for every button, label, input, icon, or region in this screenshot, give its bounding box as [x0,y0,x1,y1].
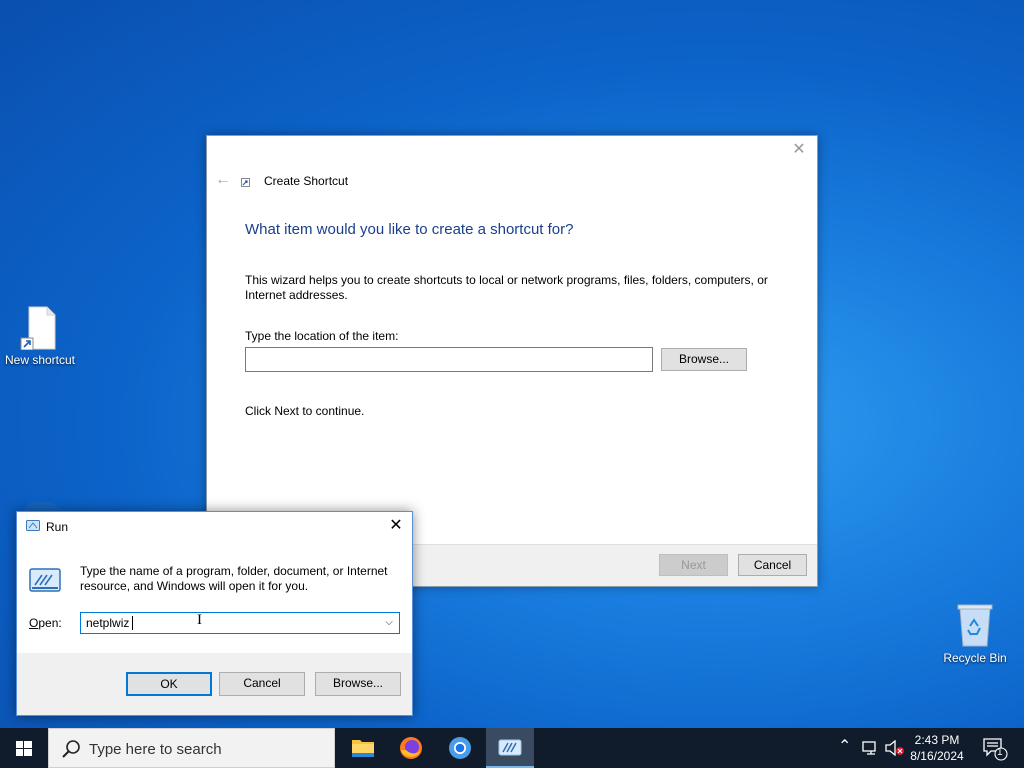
next-button[interactable]: Next [659,554,728,576]
run-description: Type the name of a program, folder, docu… [80,564,388,593]
shortcut-icon [241,178,250,187]
close-button[interactable]: ✕ [789,140,809,160]
start-button[interactable] [0,728,48,768]
taskbar-chrome[interactable] [436,728,484,768]
clock-time: 2:43 PM [914,733,960,747]
shortcut-file-icon [20,306,56,350]
open-input-value[interactable]: netplwiz [86,616,129,630]
continue-hint: Click Next to continue. [245,404,365,418]
back-arrow-icon[interactable]: ← [215,171,231,189]
folder-icon [352,740,374,757]
open-combobox[interactable]: netplwiz ⌵ [80,612,400,634]
notification-icon [983,738,1008,761]
recycle-bin-icon [957,604,993,647]
network-icon[interactable] [862,740,880,768]
taskbar-run[interactable] [486,728,534,768]
text-cursor-icon: I [197,612,202,628]
open-label: Open: [29,616,62,630]
wizard-description: This wizard helps you to create shortcut… [245,273,768,302]
search-placeholder: Type here to search [89,741,222,758]
tray-overflow-chevron[interactable]: ⌃ [838,736,851,768]
firefox-icon [400,737,422,759]
desktop-icon-label: New shortcut [4,353,76,367]
text-caret [132,616,133,630]
run-title: Run [46,520,69,534]
desktop-icon-new-shortcut[interactable]: New shortcut [0,306,80,367]
search-box[interactable]: Type here to search [48,728,335,768]
clock-date: 8/16/2024 [910,749,964,763]
taskbar: Type here to search ⌃ 2:43 PM 8/16/2024 … [0,728,1024,768]
location-label: Type the location of the item: [245,329,399,343]
wizard-heading: What item would you like to create a sho… [245,221,574,238]
run-dialog: Run ✕ Type the name of a program, folder… [16,511,413,716]
system-clock[interactable]: 2:43 PM 8/16/2024 [902,732,972,764]
browse-button[interactable]: Browse... [661,348,747,371]
run-icon [498,739,522,756]
taskbar-file-explorer[interactable] [339,728,387,768]
run-footer: OK Cancel Browse... [17,653,412,715]
run-program-icon [29,568,61,592]
taskbar-firefox[interactable] [387,728,435,768]
window-title: Create Shortcut [264,174,349,188]
cancel-button[interactable]: Cancel [219,672,305,696]
chrome-icon [449,737,471,759]
browse-button[interactable]: Browse... [315,672,401,696]
windows-logo-icon [16,741,32,756]
search-icon [62,740,80,758]
desktop-icon-label: Recycle Bin [943,651,1007,665]
ok-button[interactable]: OK [126,672,212,696]
location-input[interactable] [245,347,653,372]
run-icon [26,520,40,531]
cancel-button[interactable]: Cancel [738,554,807,576]
close-button[interactable]: ✕ [386,516,406,536]
notification-center-button[interactable]: 1 [982,736,1008,768]
run-titlebar[interactable]: Run ✕ [17,512,412,542]
desktop-icon-recycle-bin[interactable]: Recycle Bin [935,602,1015,665]
notification-count: 1 [997,747,1003,758]
chevron-down-icon[interactable]: ⌵ [382,615,396,631]
